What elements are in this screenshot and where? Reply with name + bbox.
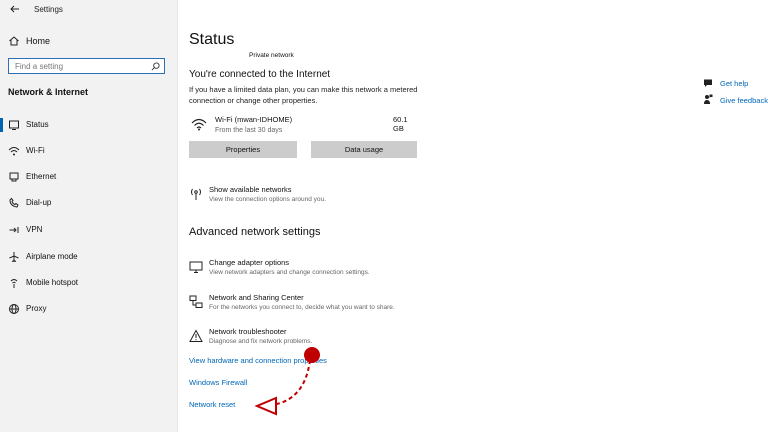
proxy-globe-icon [9,304,19,314]
properties-button[interactable]: Properties [189,141,297,158]
sidebar-item-label: Status [26,120,49,129]
sidebar-item-vpn[interactable]: VPN [0,219,177,241]
network-sharing-icon [189,295,203,308]
vpn-icon [9,227,19,233]
sharing-center-option[interactable]: Network and Sharing Center For the netwo… [189,293,489,317]
search-box[interactable] [8,58,165,74]
home-label: Home [26,36,51,46]
home-icon [9,36,19,46]
sidebar-item-label: Ethernet [26,172,57,181]
sidebar-item-proxy[interactable]: Proxy [0,298,177,320]
dialup-icon [9,197,19,208]
sidebar-item-wifi[interactable]: Wi-Fi [0,140,177,162]
sidebar-item-hotspot[interactable]: Mobile hotspot [0,272,177,294]
connected-description: If you have a limited data plan, you can… [189,85,418,105]
warning-triangle-icon [189,329,203,342]
airplane-icon [9,252,19,262]
give-feedback-link[interactable]: Give feedback [720,96,768,105]
network-type-label: Private network [249,52,294,59]
antenna-icon [191,188,201,200]
option-title: Network troubleshooter [209,327,287,336]
connected-heading: You're connected to the Internet [189,69,331,80]
wifi-signal-icon [191,118,207,131]
option-description: View network adapters and change connect… [209,269,370,276]
show-networks-option[interactable]: Show available networks View the connect… [189,185,489,209]
back-arrow-icon[interactable] [9,3,21,15]
change-adapter-option[interactable]: Change adapter options View network adap… [189,258,489,282]
sidebar-item-label: VPN [26,225,43,234]
feedback-person-icon [704,94,713,104]
globe-status-icon [9,120,19,130]
option-description: Diagnose and fix network problems. [209,338,313,345]
option-title: Show available networks [209,185,292,194]
sidebar: Settings Home Network & Internet Status … [0,0,178,432]
wifi-icon [8,147,20,156]
usage-period: From the last 30 days [215,127,283,134]
option-description: For the networks you connect to, decide … [209,304,395,311]
windows-firewall-link[interactable]: Windows Firewall [189,378,247,387]
sidebar-item-label: Dial-up [26,198,52,207]
data-usage-value: 60.1 GB [393,115,408,133]
hardware-properties-link[interactable]: View hardware and connection properties [189,356,327,365]
hotspot-icon [10,279,18,288]
ethernet-icon [9,172,19,182]
sidebar-item-status[interactable]: Status [0,114,177,136]
troubleshooter-option[interactable]: Network troubleshooter Diagnose and fix … [189,327,489,351]
get-help-link[interactable]: Get help [720,79,748,88]
connection-row: Wi-Fi (mwan-IDHOME) From the last 30 day… [189,113,419,139]
option-title: Network and Sharing Center [209,293,304,302]
search-input[interactable] [15,60,145,72]
advanced-heading: Advanced network settings [189,226,321,238]
sidebar-item-airplane[interactable]: Airplane mode [0,246,177,268]
option-description: View the connection options around you. [209,196,326,203]
sidebar-home[interactable]: Home [0,31,177,51]
sidebar-section-title: Network & Internet [8,87,89,97]
page-title: Status [189,31,235,48]
connection-name: Wi-Fi (mwan-IDHOME) [215,115,293,124]
help-chat-icon [704,79,712,87]
sidebar-item-label: Proxy [26,304,47,313]
data-usage-button[interactable]: Data usage [311,141,417,158]
window-title: Settings [34,5,63,14]
sidebar-item-dialup[interactable]: Dial-up [0,192,177,214]
adapter-monitor-icon [189,261,203,273]
search-icon[interactable] [151,62,160,71]
sidebar-item-ethernet[interactable]: Ethernet [0,166,177,188]
sidebar-item-label: Wi-Fi [26,146,45,155]
title-bar: Settings [0,0,177,20]
network-reset-link[interactable]: Network reset [189,400,235,409]
main-content: Status Private network You're connected … [178,0,768,432]
active-indicator [0,118,3,132]
sidebar-item-label: Airplane mode [26,252,78,261]
sidebar-item-label: Mobile hotspot [26,278,79,287]
option-title: Change adapter options [209,258,290,267]
